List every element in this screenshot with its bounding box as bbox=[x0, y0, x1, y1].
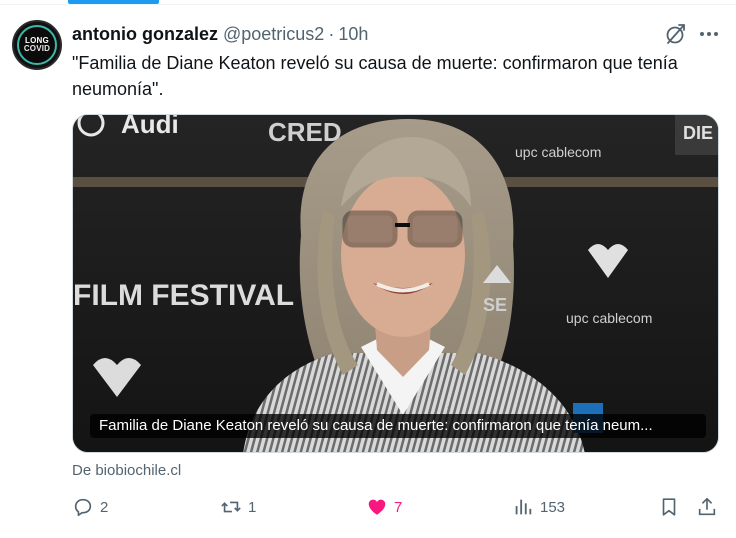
reply-icon bbox=[74, 498, 92, 517]
svg-text:upc cablecom: upc cablecom bbox=[566, 310, 652, 326]
avatar-text-2: COVID bbox=[23, 44, 51, 53]
reply-count: 2 bbox=[100, 498, 109, 516]
bookmark-button[interactable] bbox=[658, 492, 680, 522]
card-photo: Audi CRED upc cablecom DIE FILM FESTIVAL… bbox=[73, 115, 718, 452]
retweet-icon bbox=[221, 501, 241, 513]
top-divider bbox=[0, 0, 736, 6]
backdrop-festival-text: FILM FESTIVAL bbox=[73, 279, 294, 312]
author-handle[interactable]: @poetricus2 bbox=[223, 24, 324, 45]
views-button[interactable]: 153 bbox=[512, 492, 565, 522]
reply-button[interactable]: 2 bbox=[72, 492, 108, 522]
author-name[interactable]: antonio gonzalez bbox=[72, 24, 218, 45]
like-count: 7 bbox=[394, 498, 403, 516]
views-count: 153 bbox=[540, 498, 566, 516]
bookmark-icon bbox=[662, 498, 676, 516]
avatar-badge: LONG COVID bbox=[17, 25, 57, 65]
card-caption: Familia de Diane Keaton reveló su causa … bbox=[90, 414, 706, 438]
backdrop-sponsor-top: upc cablecom bbox=[515, 144, 601, 160]
divider-line bbox=[0, 4, 736, 5]
separator: · bbox=[328, 23, 335, 44]
svg-text:CRED: CRED bbox=[268, 117, 342, 147]
tweet-header: antonio gonzalez @poetricus2 · 10h bbox=[72, 23, 368, 45]
retweet-button[interactable]: 1 bbox=[220, 492, 256, 522]
tweet-text: "Familia de Diane Keaton reveló su causa… bbox=[72, 53, 678, 99]
action-bar: 2 1 7 153 bbox=[72, 492, 720, 522]
timestamp[interactable]: 10h bbox=[338, 24, 368, 45]
like-button[interactable]: 7 bbox=[366, 492, 402, 522]
share-button[interactable] bbox=[696, 492, 718, 522]
grok-icon[interactable] bbox=[664, 22, 688, 46]
svg-text:SE: SE bbox=[483, 295, 507, 315]
share-icon bbox=[698, 497, 716, 516]
card-source[interactable]: De biobiochile.cl bbox=[72, 462, 181, 479]
svg-text:DIE: DIE bbox=[683, 123, 713, 143]
heart-icon bbox=[368, 499, 386, 515]
backdrop-brand: Audi bbox=[121, 115, 179, 139]
more-icon[interactable] bbox=[697, 22, 721, 46]
media-card[interactable]: Audi CRED upc cablecom DIE FILM FESTIVAL… bbox=[72, 114, 719, 453]
avatar[interactable]: LONG COVID bbox=[12, 20, 62, 70]
views-icon bbox=[515, 499, 532, 515]
retweet-count: 1 bbox=[248, 498, 257, 516]
